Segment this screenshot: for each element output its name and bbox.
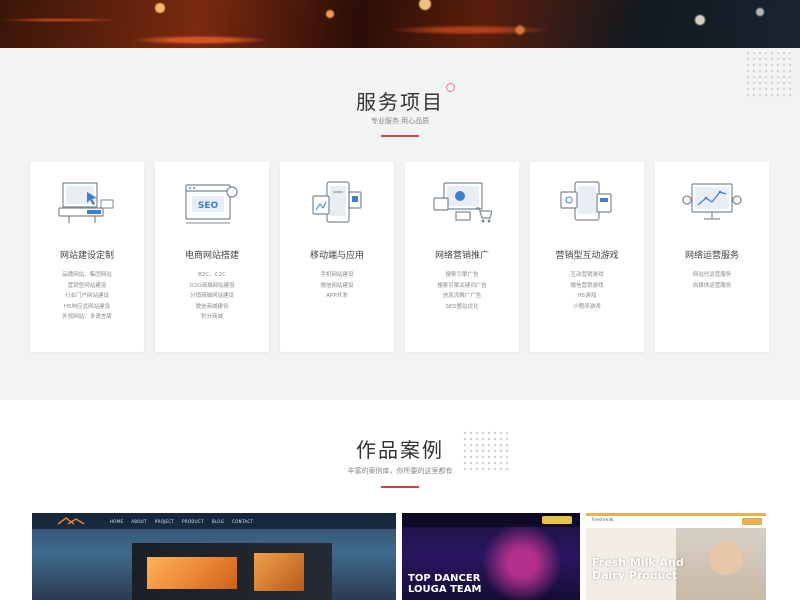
service-card-website[interactable]: 网站建设定制 品牌网站、集团网站 营销型网站建设 行业门户网站建设 H5响应式网… [30, 162, 144, 352]
service-item: O2O商城网站建设 [189, 282, 235, 289]
case-button [742, 518, 762, 525]
service-list: 品牌网站、集团网站 营销型网站建设 行业门户网站建设 H5响应式网站建设 外贸网… [30, 270, 144, 323]
service-item: APP开发 [326, 293, 348, 299]
case-thumbnail-dance[interactable]: TOP DANCER LOUGA TEAM [402, 513, 580, 600]
service-card-operation[interactable]: 网络运营服务 网站代运营服务 自媒体运营服务 [655, 162, 769, 352]
case-nav-item: ABOUT [131, 518, 147, 524]
services-subtitle: 专业服务·用心品质 [370, 117, 430, 125]
works-title: 作品案例 [356, 438, 444, 462]
service-title: 电商网站搭建 [184, 251, 239, 261]
service-title: 营销型互动游戏 [555, 251, 619, 261]
service-title: 网络运营服务 [684, 251, 739, 261]
headline-line: TOP DANCER [408, 573, 481, 584]
service-item: 微信商城建设 [195, 303, 229, 310]
service-item: 微信营销游戏 [570, 282, 604, 289]
interactive-game-icon [560, 181, 612, 221]
ring-decoration [446, 83, 455, 92]
computer-design-icon [58, 182, 114, 223]
service-item: H5响应式网站建设 [63, 303, 111, 310]
case-thumbnail-architecture[interactable]: HOME ABOUT PROJECT PRODUCT BLOG CONTACT [32, 513, 396, 600]
case-nav-item: PROJECT [154, 518, 175, 524]
hero-banner [0, 0, 800, 48]
service-item: 微信网站建设 [320, 282, 354, 289]
service-list: 网站代运营服务 自媒体运营服务 [655, 270, 769, 291]
service-title: 移动端与应用 [309, 251, 364, 261]
service-item: 手机网站建设 [320, 272, 354, 278]
case-brand: Freshmilk [592, 518, 614, 523]
headline-line: Dairy Product [592, 569, 678, 582]
analytics-monitor-icon [682, 183, 742, 220]
service-item: 小程序游戏 [573, 303, 601, 310]
service-item: 自媒体运营服务 [692, 282, 732, 289]
building-window [147, 557, 237, 589]
service-item: 信息流推广广告 [442, 293, 482, 299]
service-card-mobile[interactable]: 移动端与应用 手机网站建设 微信网站建设 APP开发 [280, 162, 394, 352]
case-headline: Fresh Milk And Dairy Product [592, 556, 712, 582]
service-list: 搜索引擎广告 搜索引擎关键词广告 信息流推广广告 SEO整站优化 [405, 270, 519, 312]
service-item: 搜索引擎关键词广告 [437, 282, 487, 289]
service-item: 互动营销游戏 [570, 272, 604, 278]
seo-browser-icon: SEO [185, 184, 238, 224]
service-item: SEO整站优化 [445, 303, 479, 310]
service-list: 互动营销游戏 微信营销游戏 H5游戏 小程序游戏 [530, 270, 644, 312]
service-item: B2C、C2C [198, 272, 226, 278]
headline-line: Fresh Milk And [592, 556, 684, 569]
case-nav-item: CONTACT [232, 518, 254, 524]
case-nav-item: HOME [110, 518, 124, 524]
service-item: 分销商城网站建设 [189, 293, 234, 299]
service-item: 搜索引擎广告 [445, 272, 479, 278]
title-underline [381, 486, 419, 488]
service-list: 手机网站建设 微信网站建设 APP开发 [280, 270, 394, 302]
house-logo-icon [57, 517, 85, 525]
case-nav-item: PRODUCT [182, 518, 204, 524]
service-item: 积分商城 [200, 314, 223, 320]
service-card-marketing[interactable]: 网络营销推广 搜索引擎广告 搜索引擎关键词广告 信息流推广广告 SEO整站优化 [405, 162, 519, 352]
marketing-cart-icon [433, 182, 492, 223]
service-title: 网站建设定制 [59, 251, 114, 261]
service-item: H5游戏 [577, 293, 597, 299]
service-item: 行业门户网站建设 [64, 293, 109, 299]
service-card-ecommerce[interactable]: SEO 电商网站搭建 B2C、C2C O2O商城网站建设 分销商城网站建设 微信… [155, 162, 269, 352]
mobile-app-icon [312, 181, 362, 223]
svg-text:SEO: SEO [198, 201, 219, 211]
case-headline: TOP DANCER LOUGA TEAM [408, 573, 528, 595]
title-underline [381, 135, 419, 137]
services-title: 服务项目 [356, 90, 444, 114]
service-item: 网站代运营服务 [692, 272, 732, 278]
case-thumbnail-dairy[interactable]: Freshmilk Fresh Milk And Dairy Product [586, 513, 766, 600]
building-window [254, 553, 304, 591]
service-item: 营销型网站建设 [67, 282, 107, 289]
case-button [542, 516, 572, 524]
service-item: 外贸网站、多语言版 [62, 314, 112, 320]
works-subtitle: 丰富的案例库，你所要的这里都有 [347, 467, 453, 475]
headline-line: LOUGA TEAM [408, 584, 482, 595]
service-title: 网络营销推广 [434, 251, 489, 261]
service-card-games[interactable]: 营销型互动游戏 互动营销游戏 微信营销游戏 H5游戏 小程序游戏 [530, 162, 644, 352]
case-nav-item: BLOG [211, 518, 225, 524]
service-list: B2C、C2C O2O商城网站建设 分销商城网站建设 微信商城建设 积分商城 [155, 270, 269, 323]
service-item: 品牌网站、集团网站 [62, 272, 112, 278]
